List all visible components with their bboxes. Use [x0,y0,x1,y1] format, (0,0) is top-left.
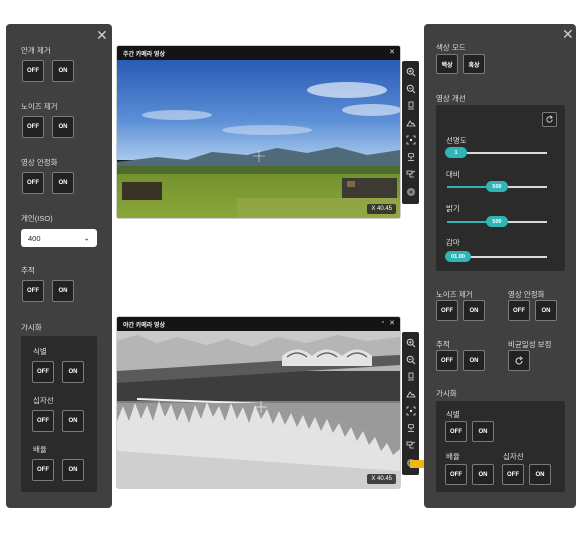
stabilization-on-button[interactable]: ON [52,172,74,194]
identify-on-button[interactable]: ON [472,421,494,442]
contrast-label: 대비 [446,170,460,179]
noise-reduction-label: 노이즈 제거 [21,102,58,111]
magnify-off-button[interactable]: OFF [32,459,54,481]
identify-on-button[interactable]: ON [62,361,84,383]
visualization-group: 식별 OFF ON 십자선 OFF ON 배율 OFF ON [21,336,97,492]
focus-icon[interactable] [403,98,418,113]
fullscreen-focus-icon[interactable] [403,132,418,147]
color-mode-label: 색상 모드 [436,43,466,52]
identify-label: 식별 [446,410,460,419]
nonuniformity-correction-label: 비균일성 보정 [508,340,552,349]
noise-reduction-off-button[interactable]: OFF [22,116,44,138]
crosshair-on-button[interactable]: ON [62,410,84,432]
gamma-slider-thumb[interactable]: 01.00 [445,251,471,262]
gamma-label: 감마 [446,238,460,247]
noise-reduction-off-button[interactable]: OFF [436,300,458,321]
night-camera-image [117,331,400,488]
day-camera-image [117,60,400,218]
crosshair-label: 십자선 [33,396,54,405]
noise-reduction-on-button[interactable]: ON [52,116,74,138]
identify-off-button[interactable]: OFF [445,421,467,442]
right-settings-panel: ✕ 색상 모드 백상 흑상 영상 개선 선명도 1 대비 500 밝기 500 … [424,24,576,508]
day-camera-toolbar [402,61,419,204]
stabilization-off-button[interactable]: OFF [22,172,44,194]
crosshair-off-button[interactable]: OFF [502,464,524,485]
focus-icon[interactable] [403,369,418,384]
brightness-label: 밝기 [446,204,460,213]
stabilization-label: 영상 안정화 [21,158,58,167]
zoom-in-icon[interactable] [403,64,418,79]
stabilization-label: 영상 안정화 [508,290,545,299]
image-enhance-label: 영상 개선 [436,94,466,103]
magnify-off-button[interactable]: OFF [445,464,467,485]
fullscreen-focus-icon[interactable] [403,403,418,418]
fog-removal-off-button[interactable]: OFF [22,60,44,82]
fog-removal-on-button[interactable]: ON [52,60,74,82]
camera-arm-icon[interactable] [403,166,418,181]
refresh-icon [515,355,523,364]
sharpness-label: 선명도 [446,136,467,145]
zoom-out-icon[interactable] [403,81,418,96]
zoom-in-icon[interactable] [403,335,418,350]
brightness-slider-thumb[interactable]: 500 [486,216,508,227]
stabilization-on-button[interactable]: ON [535,300,557,321]
mountain-icon[interactable] [403,386,418,401]
visualization-label: 가시화 [21,323,42,332]
ptz-icon[interactable] [403,420,418,435]
fog-removal-label: 안개 제거 [21,46,51,55]
sharpness-slider-thumb[interactable]: 1 [445,147,467,158]
noise-reduction-on-button[interactable]: ON [463,300,485,321]
visualization-group: 식별 OFF ON 배율 OFF ON 십자선 OFF ON [436,401,565,492]
black-hot-button[interactable]: 흑상 [463,54,485,74]
identify-label: 식별 [33,347,47,356]
close-icon[interactable]: ✕ [389,48,395,56]
tracking-off-button[interactable]: OFF [22,280,44,302]
nonuniformity-correction-button[interactable] [508,350,530,371]
gain-select[interactable]: 400 ⌄ [21,229,97,247]
magnify-label: 배율 [446,452,460,461]
image-enhance-group: 선명도 1 대비 500 밝기 500 감마 01.00 [436,105,565,271]
magnify-label: 배율 [33,445,47,454]
crosshair-off-button[interactable]: OFF [32,410,54,432]
tracking-label: 추적 [436,340,450,349]
day-camera-window: 주간 카메라 영상 ✕ X 40.45 [116,45,401,219]
tracking-on-button[interactable]: ON [463,350,485,371]
maximize-icon[interactable]: ▫ [382,319,384,326]
gain-value: 400 [28,233,41,243]
contrast-slider-thumb[interactable]: 500 [486,181,508,192]
crosshair-label: 십자선 [503,452,524,461]
close-icon[interactable]: ✕ [562,27,574,41]
night-camera-title: 야간 카메라 영상 [123,323,165,329]
day-camera-zoom-level: X 40.45 [367,204,396,214]
reset-icon[interactable] [542,112,557,127]
camera-arm-icon[interactable] [403,437,418,452]
tracking-on-button[interactable]: ON [52,280,74,302]
left-settings-panel: ✕ 안개 제거 OFF ON 노이즈 제거 OFF ON 영상 안정화 OFF … [6,24,112,508]
zoom-out-icon[interactable] [403,352,418,367]
chevron-down-icon: ⌄ [83,233,90,243]
noise-reduction-label: 노이즈 제거 [436,290,473,299]
ptz-icon[interactable] [403,149,418,164]
identify-off-button[interactable]: OFF [32,361,54,383]
close-icon[interactable]: ✕ [96,28,108,42]
magnify-on-button[interactable]: ON [62,459,84,481]
mountain-icon[interactable] [403,115,418,130]
add-icon[interactable] [403,184,418,199]
crosshair-on-button[interactable]: ON [529,464,551,485]
visualization-label: 가시화 [436,389,457,398]
tracking-off-button[interactable]: OFF [436,350,458,371]
close-icon[interactable]: ✕ [389,319,395,327]
day-camera-title: 주간 카메라 영상 [123,52,165,58]
white-hot-button[interactable]: 백상 [436,54,458,74]
night-camera-zoom-level: X 40.45 [367,474,396,484]
gain-label: 게인(ISO) [21,214,53,223]
night-camera-window: 야간 카메라 영상 ▫ ✕ X 40.45 [116,316,401,489]
stabilization-off-button[interactable]: OFF [508,300,530,321]
magnify-on-button[interactable]: ON [472,464,494,485]
tracking-label: 추적 [21,266,35,275]
